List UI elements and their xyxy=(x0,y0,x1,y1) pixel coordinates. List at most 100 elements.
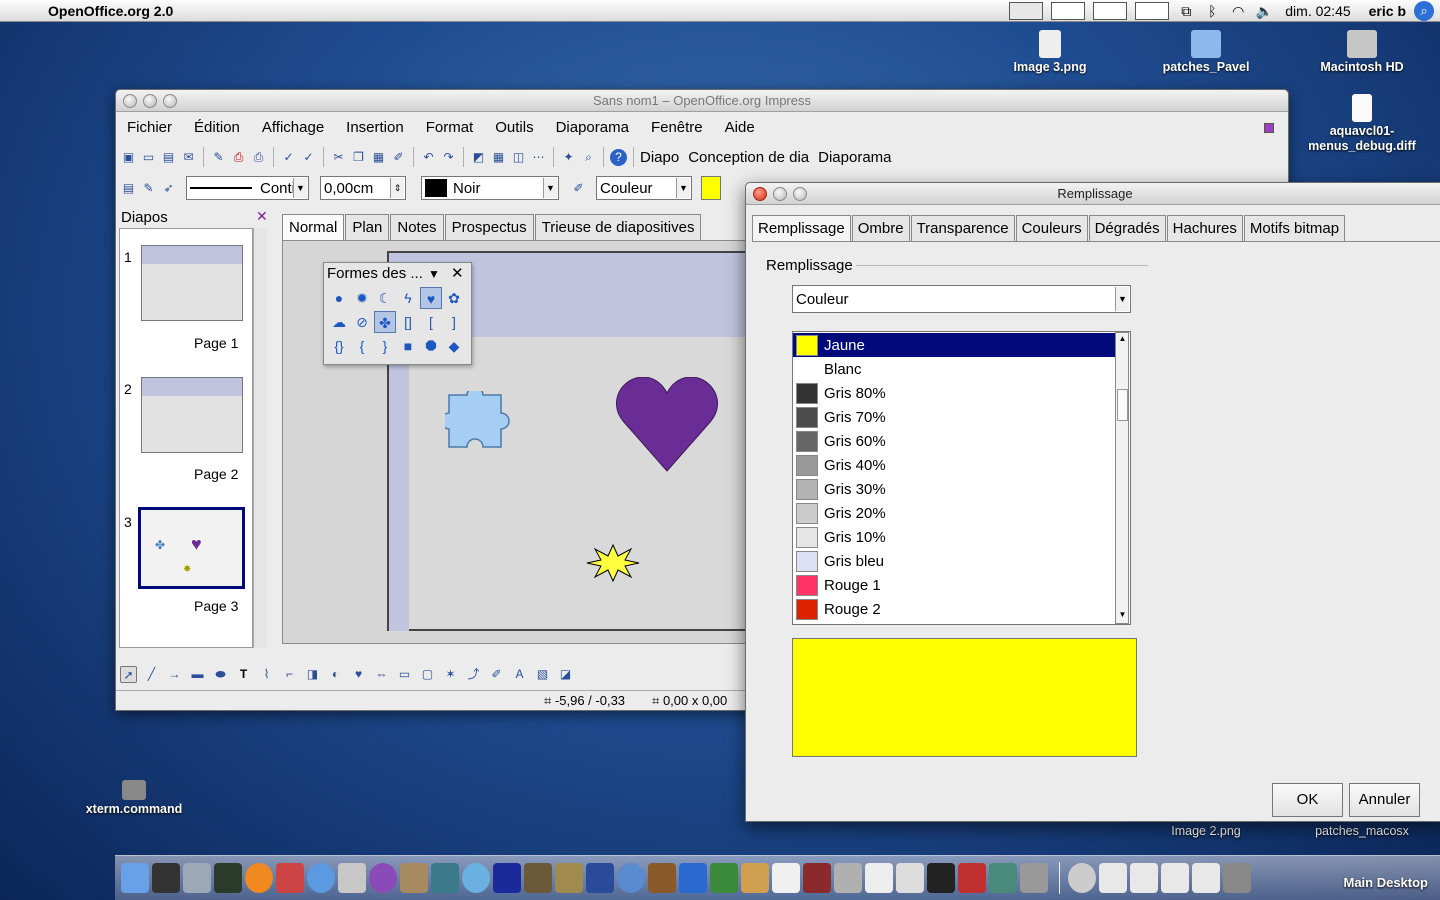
idvd-icon[interactable] xyxy=(617,863,645,893)
desktop-icon-macintosh-hd[interactable]: Macintosh HD xyxy=(1302,30,1422,75)
user-name[interactable]: eric b xyxy=(1369,3,1406,19)
menu-format[interactable]: Format xyxy=(415,116,485,140)
slides-scrollbar[interactable] xyxy=(253,228,267,648)
cancel-button[interactable]: Annuler xyxy=(1349,783,1420,817)
arrow-line-tool-icon[interactable]: → xyxy=(166,666,183,683)
text-tool-icon[interactable]: T xyxy=(235,666,252,683)
copy-icon[interactable]: ❐ xyxy=(350,149,367,166)
tab-couleurs[interactable]: Couleurs xyxy=(1015,215,1088,241)
safari-icon[interactable] xyxy=(307,863,335,893)
tab-normal[interactable]: Normal xyxy=(282,214,345,240)
app-icon-tan[interactable] xyxy=(741,863,769,893)
bluetooth-icon[interactable]: ᛒ xyxy=(1203,3,1221,19)
forbidden-shape-icon[interactable]: ⊘ xyxy=(351,311,373,333)
extrusion-icon[interactable]: ◪ xyxy=(557,666,574,683)
chat-icon[interactable] xyxy=(369,863,397,893)
itunes-icon[interactable] xyxy=(462,863,490,893)
desktop-icon-patches-macosx[interactable]: patches_macosx xyxy=(1302,824,1422,839)
line-icon[interactable]: ✎ xyxy=(140,180,157,197)
points-icon[interactable]: ⤴ xyxy=(465,666,482,683)
puzzle-shape-icon[interactable]: ✤ xyxy=(374,311,396,333)
wifi-icon[interactable]: ◠ xyxy=(1229,3,1247,20)
zoom-icon[interactable]: ⌕ xyxy=(580,149,597,166)
flowchart-icon[interactable]: ▭ xyxy=(396,666,413,683)
new-document-icon[interactable]: ▣ xyxy=(120,149,137,166)
tab-notes[interactable]: Notes xyxy=(390,214,444,240)
connector-tool-icon[interactable]: ⌐ xyxy=(281,666,298,683)
right-bracket-shape-icon[interactable]: ] xyxy=(443,311,465,333)
rectangle-tool-icon[interactable]: ▬ xyxy=(189,666,206,683)
line-style-select[interactable]: Conti ▼ xyxy=(186,176,309,200)
dashboard-icon[interactable] xyxy=(152,863,180,893)
chevron-down-icon[interactable]: ▼ xyxy=(293,178,307,198)
minimized-window-2[interactable] xyxy=(1130,863,1158,893)
stepper-icon[interactable]: ⇕ xyxy=(390,178,404,198)
redo-icon[interactable]: ↷ xyxy=(440,149,457,166)
preview-icon[interactable] xyxy=(896,863,924,893)
apple-menu-icon[interactable] xyxy=(18,1,38,21)
tab-motifs-bitmap[interactable]: Motifs bitmap xyxy=(1243,215,1346,241)
tab-trieuse[interactable]: Trieuse de diapositives xyxy=(534,214,702,240)
imovie-icon[interactable] xyxy=(586,863,614,893)
table-icon[interactable]: ▦ xyxy=(490,149,507,166)
explosion-shape[interactable] xyxy=(585,543,641,583)
ok-button[interactable]: OK xyxy=(1272,783,1343,817)
minimized-window-4[interactable] xyxy=(1192,863,1220,893)
app-name[interactable]: OpenOffice.org 2.0 xyxy=(48,3,173,19)
menu-edition[interactable]: Édition xyxy=(183,116,251,140)
finder-icon[interactable] xyxy=(121,863,149,893)
grid-icon[interactable]: ⋯ xyxy=(530,149,547,166)
slide-thumbnail-3[interactable]: ♥ ✤ ✸ xyxy=(138,507,245,589)
spaces-desktop-1[interactable] xyxy=(1009,2,1044,20)
volume-icon[interactable]: 🔈 xyxy=(1255,3,1273,20)
heart-shape-icon[interactable]: ♥ xyxy=(420,287,442,309)
zoom-dialog-icon[interactable] xyxy=(793,187,807,201)
menu-aide[interactable]: Aide xyxy=(714,116,766,140)
fontwork-icon[interactable]: A xyxy=(511,666,528,683)
color-list-item[interactable]: Rouge 1 xyxy=(793,573,1115,597)
menu-outils[interactable]: Outils xyxy=(484,116,544,140)
color-list-item[interactable]: Gris 70% xyxy=(793,405,1115,429)
print-icon[interactable]: ⎙ xyxy=(250,149,267,166)
spotlight-icon[interactable]: ⌕ xyxy=(1414,1,1434,21)
diapo-button[interactable]: Diapo xyxy=(640,149,679,166)
photo-icon[interactable] xyxy=(431,863,459,893)
dialog-titlebar[interactable]: Remplissage xyxy=(746,183,1440,205)
close-document-icon[interactable] xyxy=(1264,123,1274,133)
toolbar-menu-icon[interactable]: ▼ xyxy=(428,263,440,285)
3d-objects-icon[interactable]: ◨ xyxy=(304,666,321,683)
minimized-window-1[interactable] xyxy=(1099,863,1127,893)
x11-icon[interactable] xyxy=(338,863,366,893)
gimp-icon[interactable] xyxy=(400,863,428,893)
close-pane-icon[interactable]: ✕ xyxy=(256,208,268,225)
cut-icon[interactable]: ✂ xyxy=(330,149,347,166)
minimized-window-3[interactable] xyxy=(1161,863,1189,893)
select-arrow-icon[interactable]: ➚ xyxy=(120,665,137,683)
symbol-shapes-icon[interactable]: ♥ xyxy=(350,666,367,683)
color-list-item[interactable]: Gris 20% xyxy=(793,501,1115,525)
network-icon[interactable] xyxy=(1068,863,1096,893)
minimize-dialog-icon[interactable] xyxy=(773,187,787,201)
app-icon-grey[interactable] xyxy=(834,863,862,893)
color-list-item[interactable]: Gris 80% xyxy=(793,381,1115,405)
line-color-select[interactable]: Noir ▼ xyxy=(421,176,559,200)
spellcheck-icon[interactable]: ✓ xyxy=(280,149,297,166)
desktop-icon-image2[interactable]: Image 2.png xyxy=(1146,824,1266,839)
open-icon[interactable]: ▭ xyxy=(140,149,157,166)
stars-icon[interactable]: ✶ xyxy=(442,666,459,683)
tab-ombre[interactable]: Ombre xyxy=(851,215,910,241)
styles-icon[interactable]: ▤ xyxy=(120,180,137,197)
block-arrows-icon[interactable]: ⇔ xyxy=(373,666,390,683)
activity-monitor-icon[interactable] xyxy=(214,863,242,893)
color-list-item[interactable]: Gris 40% xyxy=(793,453,1115,477)
slide-thumbnail-1[interactable] xyxy=(141,245,243,321)
chart-icon[interactable]: ◩ xyxy=(470,149,487,166)
xcode-icon[interactable] xyxy=(183,863,211,893)
slide-thumbnail-2[interactable] xyxy=(141,377,243,453)
impress-titlebar[interactable]: Sans nom1 – OpenOffice.org Impress xyxy=(116,90,1288,112)
undo-icon[interactable]: ↶ xyxy=(420,149,437,166)
app-icon-crimson[interactable] xyxy=(958,863,986,893)
tab-prospectus[interactable]: Prospectus xyxy=(444,214,534,240)
color-list-item[interactable]: Gris 60% xyxy=(793,429,1115,453)
help-icon[interactable]: ? xyxy=(610,148,627,166)
